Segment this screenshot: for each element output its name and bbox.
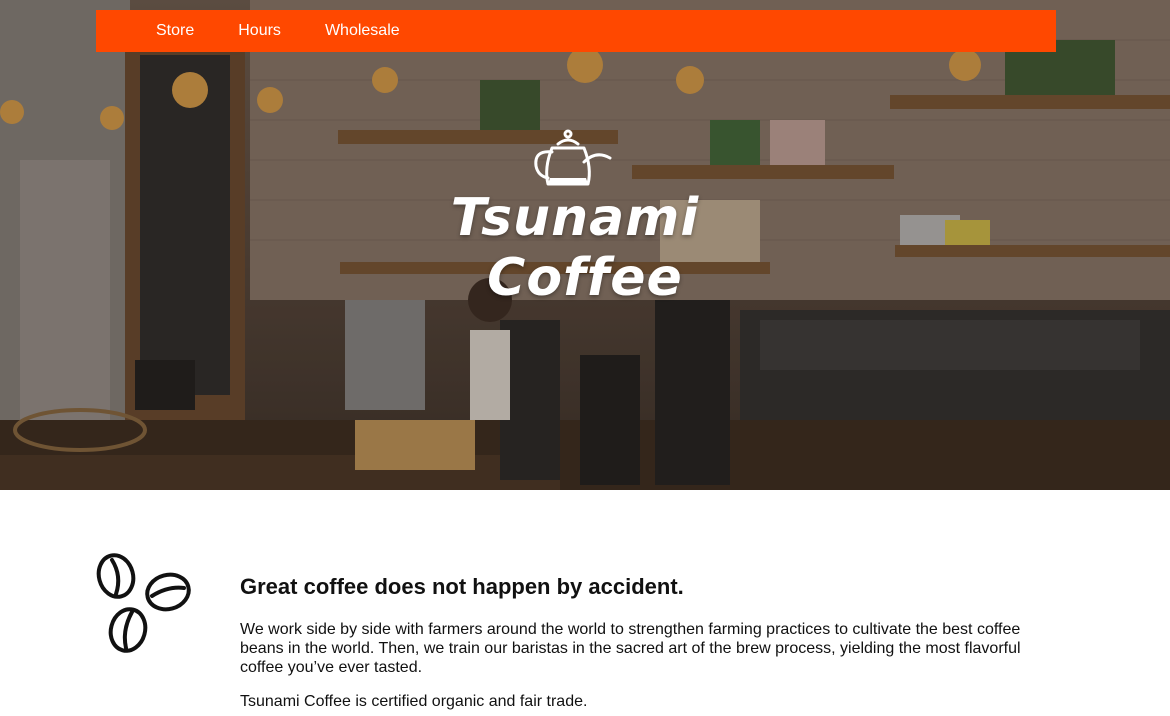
nav-link-hours[interactable]: Hours [238, 10, 281, 52]
intro-paragraph: We work side by side with farmers around… [240, 621, 1021, 676]
hero-banner: Store Hours Wholesale Tsunami Coffee [0, 0, 1170, 490]
intro-section: Great coffee does not happen by accident… [0, 490, 1170, 716]
top-navigation-bar: Store Hours Wholesale [96, 10, 1056, 52]
brand-logo: Tsunami Coffee [440, 128, 710, 318]
coffee-beans-icon [96, 553, 191, 653]
pour-over-kettle-icon [534, 129, 612, 186]
nav-link-wholesale[interactable]: Wholesale [325, 10, 400, 52]
certification-paragraph: Tsunami Coffee is certified organic and … [240, 693, 588, 710]
nav-link-store[interactable]: Store [156, 10, 194, 52]
brand-name-line-2: Coffee [487, 248, 683, 308]
brand-name-line-1: Tsunami [450, 188, 700, 248]
section-headline: Great coffee does not happen by accident… [240, 574, 684, 599]
brand-wordmark: Tsunami Coffee [440, 188, 710, 308]
